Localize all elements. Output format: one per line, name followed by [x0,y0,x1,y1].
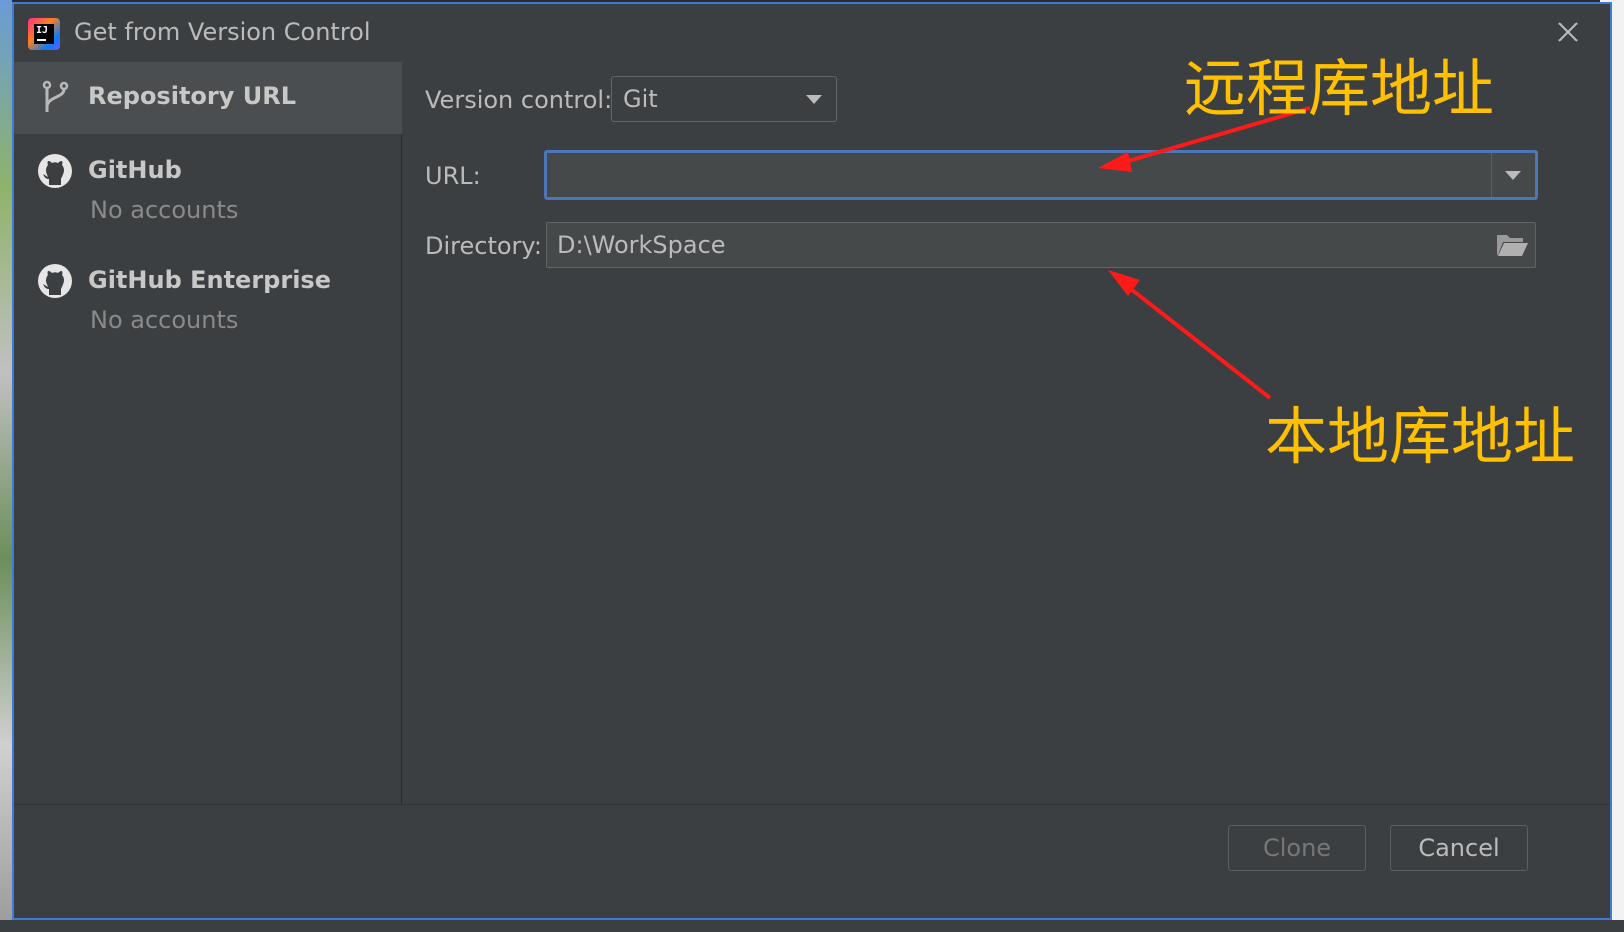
version-control-select[interactable]: Git [611,76,837,122]
sidebar-item-repository-url[interactable]: Repository URL [14,62,402,134]
github-icon [38,154,72,188]
annotation-remote-repo: 远程库地址 [1184,52,1495,125]
github-icon [38,264,72,298]
sidebar-item-github-enterprise[interactable]: GitHub Enterprise No accounts [14,246,402,354]
branch-icon [42,80,69,112]
sidebar-item-github[interactable]: GitHub No accounts [14,136,402,244]
directory-field[interactable] [546,222,1536,268]
clone-button[interactable]: Clone [1228,825,1366,871]
browse-folder-button[interactable] [1495,231,1529,259]
directory-label: Directory: [425,232,542,260]
url-history-dropdown-button[interactable] [1491,153,1535,197]
version-control-value: Git [623,85,658,113]
directory-input[interactable] [547,223,1487,267]
url-combobox[interactable] [544,150,1538,200]
folder-icon [1497,235,1528,256]
source-sidebar: Repository URL GitHub No accounts GitHub… [14,62,402,804]
sidebar-item-label: Repository URL [88,82,296,110]
close-icon [1558,22,1578,42]
sidebar-item-label: GitHub Enterprise [88,266,331,294]
url-label: URL: [425,162,481,190]
close-button[interactable] [1554,18,1582,46]
sidebar-item-sublabel: No accounts [90,196,239,224]
chevron-down-icon [806,95,822,104]
cancel-button[interactable]: Cancel [1390,825,1528,871]
url-input[interactable] [547,153,1493,197]
desktop-background-bottom [0,920,1624,932]
chevron-down-icon [1505,171,1521,180]
dialog-footer: Clone Cancel [14,804,1610,918]
sidebar-item-label: GitHub [88,156,182,184]
dialog-title: Get from Version Control [74,18,371,46]
annotation-local-repo: 本地库地址 [1265,400,1576,473]
sidebar-item-sublabel: No accounts [90,306,239,334]
intellij-logo-icon: IJ [28,18,60,50]
desktop-background-left [0,0,12,932]
version-control-label: Version control: [425,86,613,114]
